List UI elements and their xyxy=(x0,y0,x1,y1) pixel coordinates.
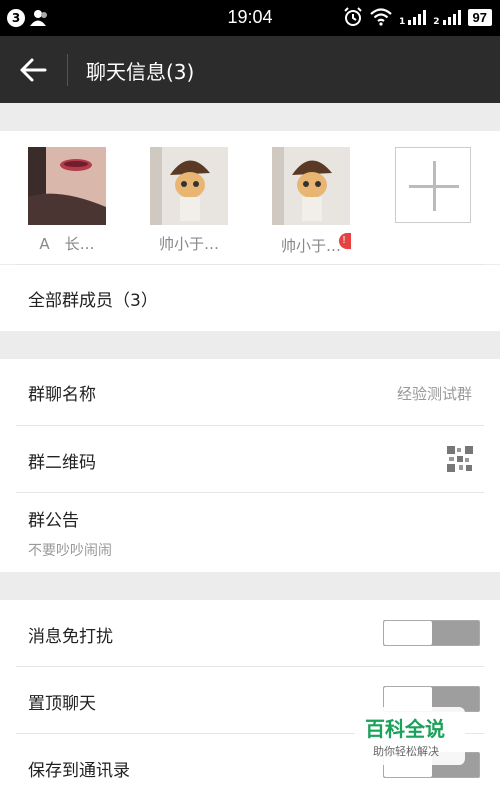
signal-icon xyxy=(442,9,461,25)
avatar[interactable] xyxy=(272,147,350,225)
divider xyxy=(16,666,484,667)
member-name: A 长… xyxy=(39,235,95,253)
member-item[interactable]: 帅小于… xyxy=(150,147,228,254)
avatar[interactable] xyxy=(150,147,228,225)
title-bar: 聊天信息(3) xyxy=(0,36,500,103)
all-members-row[interactable]: 全部群成员（3） xyxy=(0,265,500,331)
divider xyxy=(16,492,484,493)
member-name: 帅小于… xyxy=(158,235,219,253)
sim1-label: 1 xyxy=(399,17,406,27)
group-name-row[interactable] xyxy=(0,425,500,492)
signal-icon xyxy=(408,9,427,25)
status-bar: 3 19:04 1 2 97 xyxy=(0,0,500,36)
back-arrow-icon[interactable] xyxy=(18,56,48,84)
sim2-label: 2 xyxy=(433,17,440,27)
mute-toggle[interactable] xyxy=(383,620,480,646)
mute-label: 消息免打扰 xyxy=(28,627,113,647)
wifi-icon xyxy=(370,8,392,26)
battery-level: 97 xyxy=(467,8,492,26)
alarm-icon xyxy=(344,7,362,26)
announcement-text: 不要吵吵闹闹 xyxy=(28,543,112,559)
pin-chat-label: 置顶聊天 xyxy=(28,694,96,714)
watermark-logo: 百科全说 助你轻松解决 xyxy=(355,707,465,765)
avatar[interactable] xyxy=(28,147,106,225)
save-to-contacts-label: 保存到通讯录 xyxy=(28,761,130,781)
group-name-value: 经验测试群 xyxy=(396,385,472,403)
announcement-label: 群公告 xyxy=(28,511,79,531)
member-grid: A 长… 帅小于… 帅小于… xyxy=(0,131,500,264)
watermark-subtitle: 助你轻松解决 xyxy=(373,745,439,758)
watermark-title: 百科全说 xyxy=(365,717,445,741)
page-title: 聊天信息(3) xyxy=(86,60,195,84)
all-members-label: 全部群成员（3） xyxy=(28,291,158,311)
add-member-button[interactable] xyxy=(395,147,471,223)
group-name-label: 群聊名称 xyxy=(28,385,96,405)
member-item[interactable]: A 长… xyxy=(28,147,106,254)
toggle-knob xyxy=(384,621,432,645)
delete-member-badge[interactable]: ! xyxy=(339,233,351,249)
title-divider xyxy=(67,54,68,86)
